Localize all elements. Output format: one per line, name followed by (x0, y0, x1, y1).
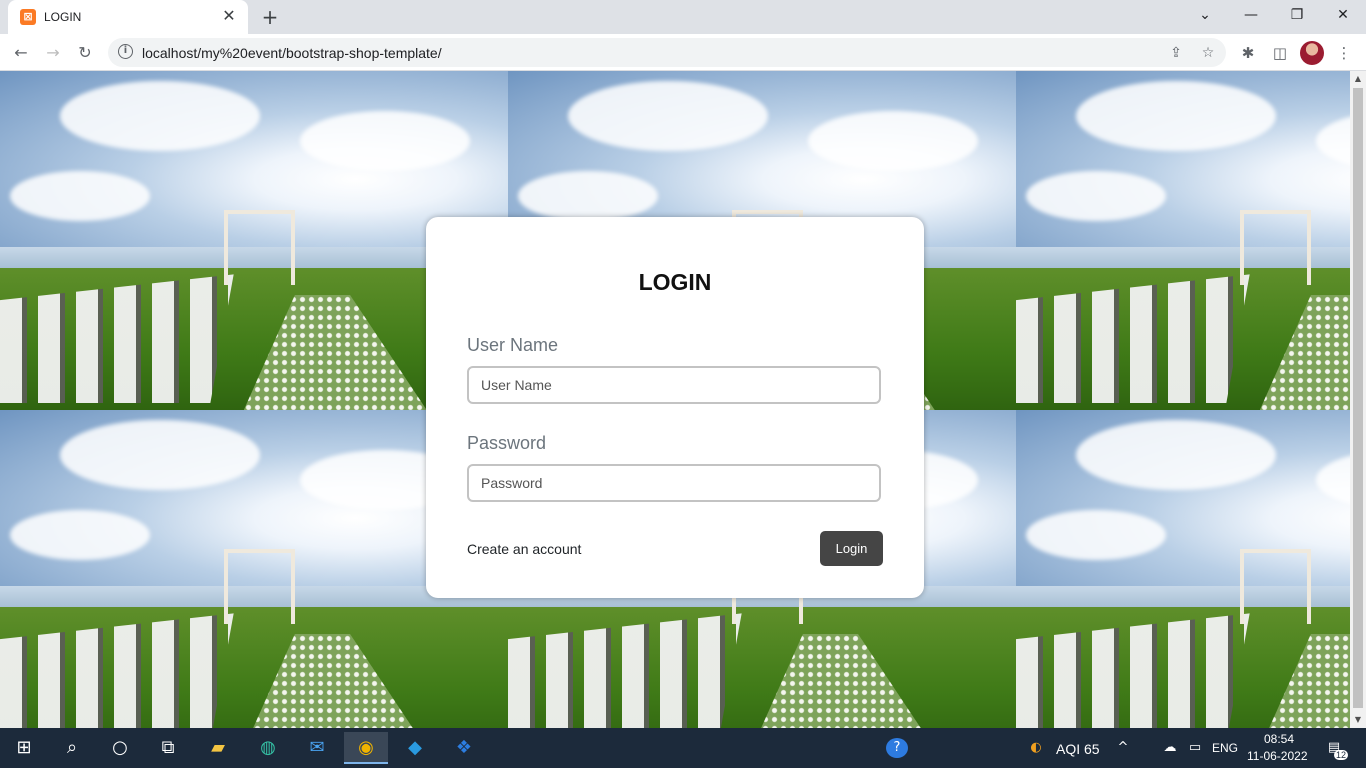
language-indicator[interactable]: ENG (1212, 741, 1238, 755)
xampp-favicon-icon: ⊠ (20, 9, 36, 25)
minimize-button[interactable]: — (1238, 4, 1264, 26)
page-title: LOGIN (638, 269, 712, 295)
username-input[interactable] (467, 366, 881, 404)
create-account-link[interactable]: Create an account (467, 541, 581, 557)
username-label: User Name (467, 335, 559, 355)
clock-time[interactable]: 08:54 (1264, 732, 1294, 746)
scroll-down-arrow-icon[interactable]: ▼ (1350, 712, 1366, 728)
close-window-button[interactable]: ✕ (1330, 4, 1356, 26)
url-text[interactable]: localhost/my%20event/bootstrap-shop-temp… (142, 45, 442, 61)
battery-icon[interactable]: ▭ (1185, 738, 1205, 758)
windows-taskbar: ⊞ ⌕ ○ ⧉ ▰ ◍ ✉ ◉ ◆ ❖ ? ◐ AQI 65 ^ ☁ ▭ ENG… (0, 728, 1366, 768)
search-icon[interactable]: ⌕ (52, 732, 92, 764)
weather-icon[interactable]: ◐ (1026, 738, 1046, 758)
background-tile (1016, 71, 1350, 410)
help-icon[interactable]: ? (886, 738, 908, 758)
back-button[interactable]: ← (8, 40, 34, 66)
tab-close-icon[interactable]: ✕ (220, 7, 238, 25)
browser-toolbar: ← → ↻ i localhost/my%20event/bootstrap-s… (0, 34, 1366, 71)
new-tab-button[interactable]: + (258, 5, 282, 29)
file-explorer-icon[interactable]: ▰ (198, 732, 238, 764)
network-icon[interactable]: ☁ (1160, 738, 1180, 758)
password-input[interactable] (467, 464, 881, 502)
restore-button[interactable]: ❐ (1284, 4, 1310, 26)
vscode-icon[interactable]: ◆ (395, 732, 435, 764)
chrome-icon[interactable]: ◉ (344, 732, 388, 764)
page-scrollbar[interactable]: ▲ ▼ (1350, 71, 1366, 728)
login-button[interactable]: Login (820, 531, 883, 566)
aqi-text[interactable]: AQI 65 (1056, 741, 1100, 757)
task-view-icon[interactable]: ⧉ (148, 732, 188, 764)
tab-search-icon[interactable]: ⌄ (1192, 4, 1218, 26)
active-tab[interactable]: ⊠ LOGIN ✕ (8, 0, 248, 34)
scroll-thumb[interactable] (1353, 88, 1363, 708)
login-card: LOGIN User Name Password Create an accou… (426, 217, 924, 598)
browser-menu-icon[interactable]: ⋮ (1332, 41, 1356, 65)
address-bar[interactable]: i localhost/my%20event/bootstrap-shop-te… (108, 38, 1226, 67)
bookmark-star-icon[interactable]: ☆ (1198, 43, 1218, 63)
browser-tab-strip: ⊠ LOGIN ✕ + ⌄ — ❐ ✕ (0, 0, 1366, 34)
profile-avatar[interactable] (1300, 41, 1324, 65)
share-icon[interactable]: ⇪ (1166, 43, 1186, 63)
chevron-up-icon[interactable]: ^ (1113, 738, 1133, 758)
password-label: Password (467, 433, 547, 453)
tab-title: LOGIN (44, 10, 82, 24)
dropbox-icon[interactable]: ❖ (444, 732, 484, 764)
reload-button[interactable]: ↻ (72, 40, 98, 66)
background-tile (1016, 410, 1350, 728)
notification-count-badge: 12 (1334, 750, 1349, 760)
side-panel-icon[interactable]: ◫ (1268, 41, 1292, 65)
mail-icon[interactable]: ✉ (297, 732, 337, 764)
edge-icon[interactable]: ◍ (248, 732, 288, 764)
page-viewport: LOGIN User Name Password Create an accou… (0, 71, 1350, 728)
extensions-icon[interactable]: ✱ (1236, 41, 1260, 65)
clock-date[interactable]: 11-06-2022 (1247, 749, 1308, 763)
scroll-up-arrow-icon[interactable]: ▲ (1350, 71, 1366, 87)
forward-button[interactable]: → (40, 40, 66, 66)
site-info-icon[interactable]: i (118, 44, 133, 59)
cortana-icon[interactable]: ○ (100, 732, 140, 764)
windows-start-icon[interactable]: ⊞ (4, 732, 44, 764)
